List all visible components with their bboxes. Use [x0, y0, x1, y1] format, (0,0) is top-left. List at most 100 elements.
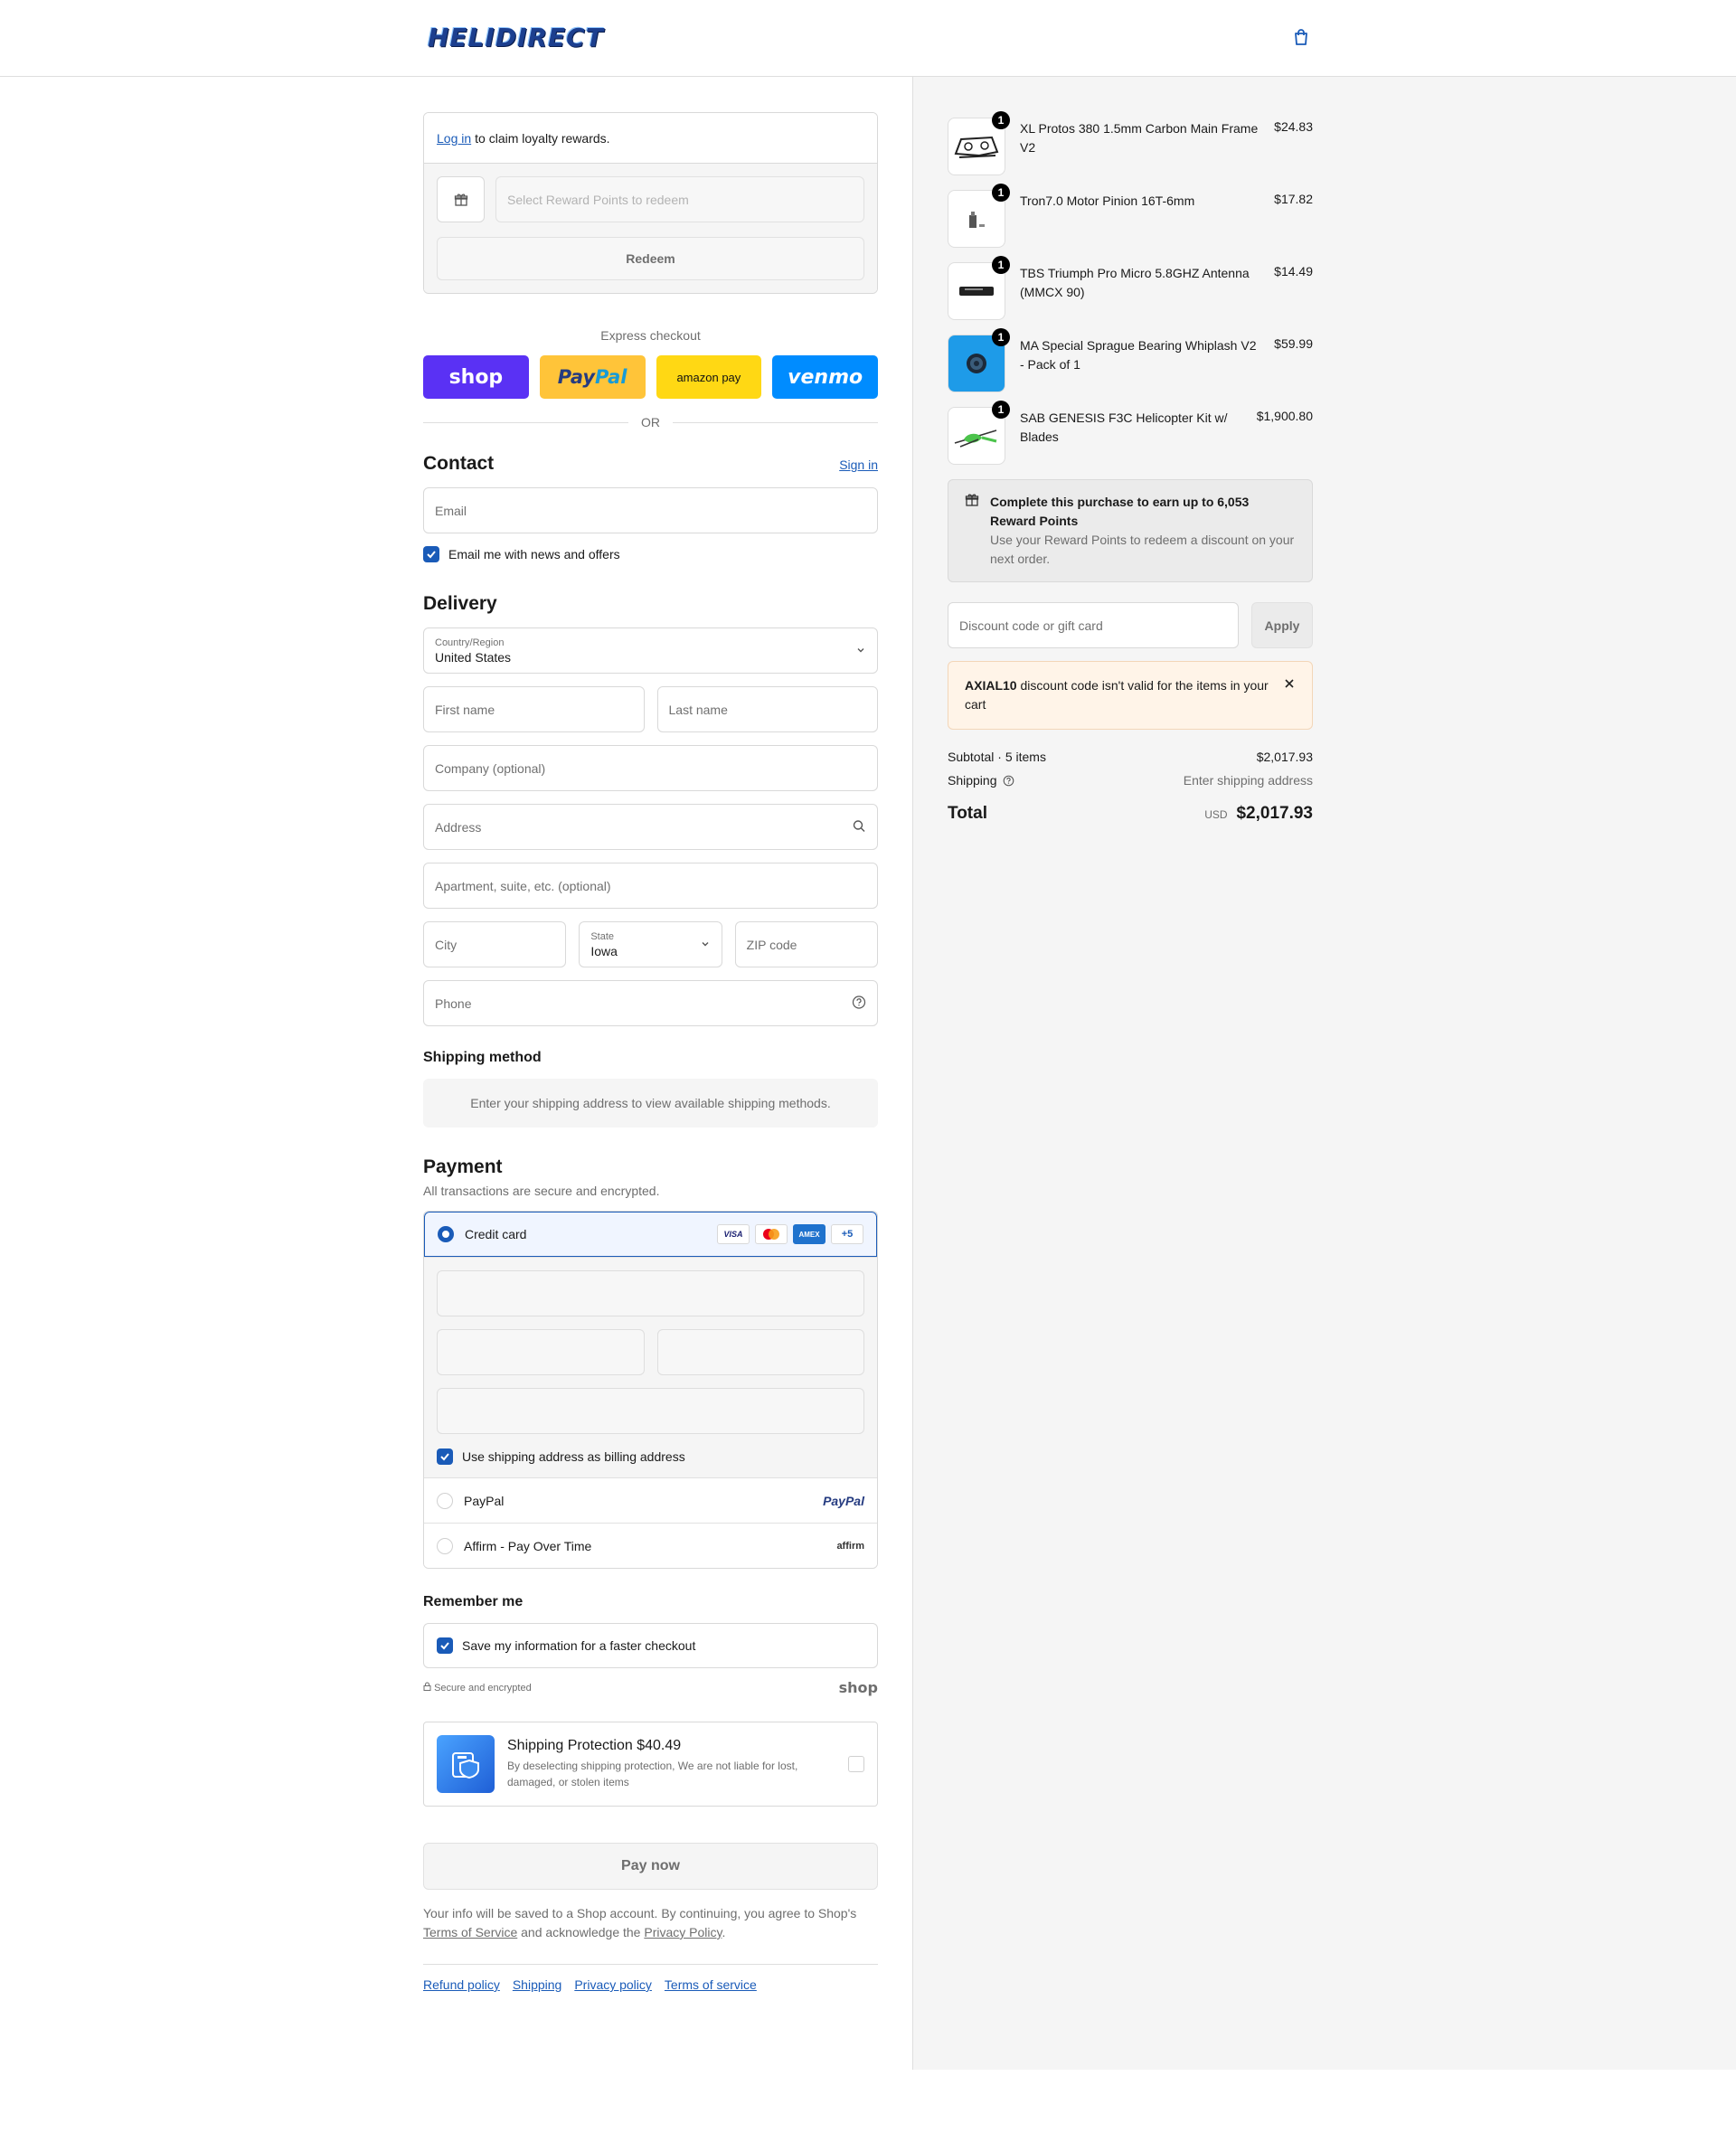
close-icon[interactable] [1283, 676, 1296, 714]
shop-terms-link[interactable]: Terms of Service [423, 1925, 517, 1939]
shop-logo: shop [838, 1679, 878, 1696]
line-item: 1 Tron7.0 Motor Pinion 16T-6mm $17.82 [948, 184, 1313, 262]
sign-in-link[interactable]: Sign in [839, 458, 878, 472]
zip-field[interactable]: ZIP code [734, 921, 878, 967]
shipping-row: Shipping Enter shipping address [948, 773, 1313, 788]
pay-now-button[interactable]: Pay now [423, 1843, 878, 1890]
amazon-pay-button[interactable]: amazon pay [656, 355, 762, 399]
redeem-button[interactable]: Redeem [437, 237, 864, 280]
save-info-option[interactable]: Save my information for a faster checkou… [423, 1623, 878, 1668]
line-item: 1 TBS Triumph Pro Micro 5.8GHZ Antenna (… [948, 256, 1313, 335]
card-expiry-field[interactable] [437, 1329, 645, 1375]
help-icon[interactable] [852, 995, 866, 1012]
product-image: 1 [948, 401, 1010, 465]
mastercard-icon [755, 1224, 788, 1244]
radio-selected-icon[interactable] [438, 1226, 454, 1242]
protection-checkbox[interactable] [848, 1756, 864, 1772]
search-icon [852, 818, 866, 835]
discount-code-input[interactable]: Discount code or gift card [948, 602, 1239, 648]
rewards-info: Complete this purchase to earn up to 6,0… [948, 479, 1313, 582]
affirm-option[interactable]: Affirm - Pay Over Time affirm [424, 1523, 877, 1568]
shop-pay-button[interactable]: shop [423, 355, 529, 399]
shipping-policy-link[interactable]: Shipping [513, 1977, 562, 1992]
reward-points-select[interactable]: Select Reward Points to redeem [495, 176, 864, 222]
paypal-option[interactable]: PayPal PayPal [424, 1477, 877, 1523]
delivery-title: Delivery [423, 593, 497, 614]
secure-text-wrap: Secure and encrypted [423, 1682, 532, 1694]
credit-card-option[interactable]: Credit card VISA AMEX +5 [424, 1212, 877, 1257]
save-info-label: Save my information for a faster checkou… [462, 1638, 696, 1653]
visa-icon: VISA [717, 1224, 750, 1244]
help-icon[interactable] [1000, 773, 1014, 788]
discount-row: Discount code or gift card Apply [948, 602, 1313, 648]
radio-unselected-icon[interactable] [437, 1492, 453, 1509]
country-value: United States [435, 649, 512, 665]
email-field[interactable]: Email [423, 487, 878, 533]
chevron-down-icon [855, 644, 866, 658]
apply-discount-button[interactable]: Apply [1251, 602, 1313, 648]
shop-privacy-link[interactable]: Privacy Policy [644, 1925, 722, 1939]
phone-field[interactable]: Phone [423, 980, 878, 1026]
country-select[interactable]: Country/Region United States [423, 628, 878, 674]
item-name: SAB GENESIS F3C Helicopter Kit w/ Blades [1020, 410, 1228, 444]
address-field[interactable]: Address [423, 804, 878, 850]
currency-code: USD [1204, 808, 1228, 821]
terms-of-service-link[interactable]: Terms of service [665, 1977, 757, 1992]
product-image: 1 [948, 256, 1010, 320]
subtotal-row: Subtotal · 5 items $2,017.93 [948, 750, 1313, 764]
protection-description: By deselecting shipping protection, We a… [507, 1760, 798, 1788]
line-item: 1 XL Protos 380 1.5mm Carbon Main Frame … [948, 111, 1313, 190]
first-name-field[interactable]: First name [423, 686, 645, 732]
shopping-bag-icon[interactable] [1291, 27, 1311, 47]
refund-policy-link[interactable]: Refund policy [423, 1977, 500, 1992]
shipping-method-message: Enter your shipping address to view avai… [423, 1079, 878, 1128]
total-value: $2,017.93 [1236, 804, 1313, 823]
paypal-button[interactable]: Pay Pal [539, 355, 646, 399]
card-brands: VISA AMEX +5 [717, 1224, 863, 1244]
card-name-field[interactable] [437, 1388, 864, 1434]
news-opt-in-label: Email me with news and offers [448, 547, 620, 561]
contact-title: Contact [423, 453, 495, 474]
city-field[interactable]: City [423, 921, 567, 967]
venmo-button[interactable]: venmo [772, 355, 878, 399]
gift-icon [965, 493, 979, 569]
quantity-badge: 1 [992, 328, 1010, 346]
company-field[interactable]: Company (optional) [423, 745, 878, 791]
shield-icon [437, 1735, 495, 1793]
line-item: 1 MA Special Sprague Bearing Whiplash V2… [948, 328, 1313, 407]
helidirect-logo[interactable]: HELIDIRECT [428, 22, 619, 54]
radio-unselected-icon[interactable] [437, 1537, 453, 1554]
express-checkout-label: Express checkout [600, 328, 701, 343]
quantity-badge: 1 [992, 184, 1010, 202]
card-number-field[interactable] [437, 1270, 864, 1316]
loyalty-login-link[interactable]: Log in [437, 131, 471, 146]
state-value: Iowa [590, 943, 618, 958]
card-cvv-field[interactable] [656, 1329, 864, 1375]
more-cards-badge: +5 [831, 1224, 863, 1244]
rewards-description: Use your Reward Points to redeem a disco… [990, 533, 1295, 566]
news-opt-in[interactable]: Email me with news and offers [423, 546, 878, 562]
checkbox-checked-icon[interactable] [437, 1637, 453, 1654]
checkbox-checked-icon[interactable] [423, 546, 439, 562]
item-price: $14.49 [1274, 264, 1313, 278]
affirm-label: Affirm - Pay Over Time [464, 1538, 592, 1553]
privacy-policy-link[interactable]: Privacy policy [574, 1977, 652, 1992]
state-label: State [590, 930, 615, 942]
checkbox-checked-icon[interactable] [437, 1448, 453, 1465]
item-name: TBS Triumph Pro Micro 5.8GHZ Antenna (MM… [1020, 266, 1250, 299]
header: HELIDIRECT [0, 0, 1736, 77]
secure-row: Secure and encrypted shop [423, 1679, 878, 1696]
delivery-header: Delivery [423, 593, 878, 615]
shipping-method-header: Shipping method [423, 1050, 878, 1066]
billing-same-option[interactable]: Use shipping address as billing address [437, 1448, 864, 1465]
product-image: 1 [948, 111, 1010, 175]
discount-error: AXIAL10 discount code isn't valid for th… [948, 661, 1313, 730]
remember-header: Remember me [423, 1594, 878, 1610]
quantity-badge: 1 [992, 111, 1010, 129]
legal-text: Your info will be saved to a Shop accoun… [423, 1904, 878, 1942]
paypal-logo: PayPal [823, 1493, 864, 1508]
last-name-field[interactable]: Last name [656, 686, 878, 732]
apartment-field[interactable]: Apartment, suite, etc. (optional) [423, 863, 878, 909]
paypal-text-2: Pal [595, 366, 627, 388]
state-select[interactable]: State Iowa [579, 921, 722, 967]
